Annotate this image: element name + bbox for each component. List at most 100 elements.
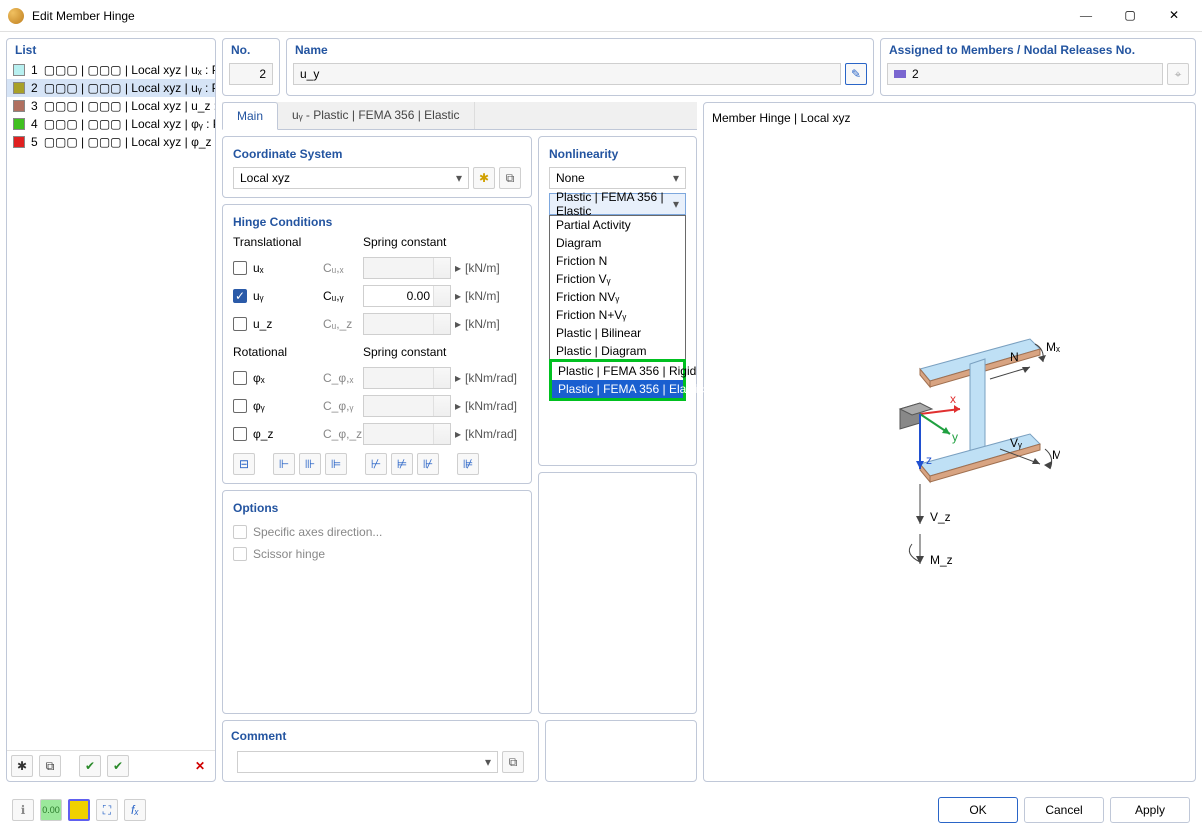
pick-member-icon[interactable]: ⌖ [1167, 63, 1189, 85]
arrow-icon[interactable]: ▸ [451, 317, 465, 331]
no-box: No. 2 [222, 38, 280, 96]
hinge-preset-icon[interactable]: ⊮ [417, 453, 439, 475]
assigned-input[interactable]: 2 [887, 63, 1163, 85]
assigned-box: Assigned to Members / Nodal Releases No.… [880, 38, 1196, 96]
spring-constant-label-2: Spring constant [363, 345, 465, 361]
checkbox-uz[interactable] [233, 317, 247, 331]
list-item-label: ▢▢▢ | ▢▢▢ | Local xyz | u_z : Plast [44, 99, 215, 113]
checkbox-phix[interactable] [233, 371, 247, 385]
ok-button[interactable]: OK [938, 797, 1018, 823]
spin-uz[interactable] [363, 313, 451, 335]
color-swatch [13, 82, 25, 94]
tab-container: Main uᵧ - Plastic | FEMA 356 | Elastic C… [222, 102, 697, 782]
function-icon[interactable]: fₓ [124, 799, 146, 821]
dropdown-option[interactable]: Friction N+Vᵧ [550, 306, 685, 324]
options-group: Options Specific axes direction... Sciss… [222, 490, 532, 714]
hinge-preset-icon[interactable]: ⊭ [391, 453, 413, 475]
nonlinearity-closed-value: None [556, 171, 585, 185]
checkbox-phiy[interactable] [233, 399, 247, 413]
tab-main[interactable]: Main [222, 102, 278, 130]
cphix-label: C_φ,ₓ [323, 371, 363, 385]
edit-name-icon[interactable]: ✎ [845, 63, 867, 85]
rotational-label: Rotational [233, 345, 323, 361]
checkbox-phiz[interactable] [233, 427, 247, 441]
color-icon[interactable] [68, 799, 90, 821]
blank-box [545, 720, 697, 782]
nonlinearity-group: Nonlinearity None Plastic | FEMA 356 | E… [538, 136, 697, 466]
arrow-icon[interactable]: ▸ [451, 261, 465, 275]
dropdown-option[interactable]: Friction NVᵧ [550, 288, 685, 306]
spin-uy[interactable]: 0.00 [363, 285, 451, 307]
coord-group: Coordinate System Local xyz ✱ ⧉ [222, 136, 532, 198]
preview-title: Member Hinge | Local xyz [712, 111, 1187, 125]
list-item[interactable]: 2 ▢▢▢ | ▢▢▢ | Local xyz | uᵧ : Plasti [7, 79, 215, 97]
dropdown-option-selected[interactable]: Plastic | FEMA 356 | Elastic [552, 380, 683, 398]
dropdown-option[interactable]: Partial Activity [550, 216, 685, 234]
arrow-icon[interactable]: ▸ [451, 371, 465, 385]
close-icon[interactable]: ✕ [1162, 8, 1186, 23]
cuy-label: Cᵤ,ᵧ [323, 289, 363, 303]
hinge-preset-icon[interactable]: ⊟ [233, 453, 255, 475]
dropdown-option[interactable]: Friction N [550, 252, 685, 270]
spin-ux[interactable] [363, 257, 451, 279]
diagram-area[interactable]: x y z N Mₓ Vᵧ Mᵧ [712, 125, 1187, 773]
arrow-icon[interactable]: ▸ [451, 427, 465, 441]
coord-value: Local xyz [240, 171, 290, 185]
delete-icon[interactable]: ✕ [189, 755, 211, 777]
view-icon[interactable]: ⛶ [96, 799, 118, 821]
n-label: N [1010, 350, 1019, 364]
comment-library-icon[interactable]: ⧉ [502, 751, 524, 773]
cancel-button[interactable]: Cancel [1024, 797, 1104, 823]
check2-icon[interactable]: ✔ [107, 755, 129, 777]
name-input[interactable]: u_y [293, 63, 841, 85]
list-item-num: 5 [31, 135, 38, 149]
list-item[interactable]: 1 ▢▢▢ | ▢▢▢ | Local xyz | uₓ : Plasti [7, 61, 215, 79]
dropdown-option[interactable]: Plastic | FEMA 356 | Rigid [552, 362, 683, 380]
unit: [kN/m] [465, 317, 525, 331]
spin-phix[interactable] [363, 367, 451, 389]
cs-library-icon[interactable]: ⧉ [499, 167, 521, 189]
copy-icon[interactable]: ⧉ [39, 755, 61, 777]
coord-select[interactable]: Local xyz [233, 167, 469, 189]
apply-button[interactable]: Apply [1110, 797, 1190, 823]
check-icon[interactable]: ✔ [79, 755, 101, 777]
hinge-preset-icon[interactable]: ⊪ [299, 453, 321, 475]
nonlinearity-open-select[interactable]: Plastic | FEMA 356 | Elastic [549, 193, 686, 215]
checkbox-uy[interactable]: ✓ [233, 289, 247, 303]
info-icon[interactable]: ℹ [12, 799, 34, 821]
new-cs-icon[interactable]: ✱ [473, 167, 495, 189]
spin-phiy[interactable] [363, 395, 451, 417]
arrow-icon[interactable]: ▸ [451, 399, 465, 413]
hinge-preset-icon[interactable]: ⊯ [457, 453, 479, 475]
dropdown-option[interactable]: Plastic | Bilinear [550, 324, 685, 342]
new-icon[interactable]: ✱ [11, 755, 33, 777]
hinge-preset-icon[interactable]: ⊩ [273, 453, 295, 475]
tab-uy-plastic[interactable]: uᵧ - Plastic | FEMA 356 | Elastic [278, 102, 474, 129]
minimize-icon[interactable]: — [1074, 8, 1098, 23]
tabs: Main uᵧ - Plastic | FEMA 356 | Elastic [222, 102, 697, 130]
hinge-title: Hinge Conditions [233, 213, 521, 235]
comment-select[interactable] [237, 751, 498, 773]
dropdown-option[interactable]: Friction Vᵧ [550, 270, 685, 288]
hinge-preset-icon[interactable]: ⊫ [325, 453, 347, 475]
spin-phiz[interactable] [363, 423, 451, 445]
list-item[interactable]: 3 ▢▢▢ | ▢▢▢ | Local xyz | u_z : Plast [7, 97, 215, 115]
dropdown-option[interactable]: Diagram [550, 234, 685, 252]
footer: ℹ 0.00 ⛶ fₓ OK Cancel Apply [0, 788, 1202, 832]
axis-z-label: z [926, 453, 932, 467]
checkbox-ux[interactable] [233, 261, 247, 275]
list-item[interactable]: 4 ▢▢▢ | ▢▢▢ | Local xyz | φᵧ : Plast [7, 115, 215, 133]
empty-group [538, 472, 697, 714]
units-icon[interactable]: 0.00 [40, 799, 62, 821]
hinge-icon-row: ⊟ ⊩ ⊪ ⊫ ⊬ ⊭ ⊮ ⊯ [233, 445, 521, 475]
nonlinearity-closed-select[interactable]: None [549, 167, 686, 189]
maximize-icon[interactable]: ▢ [1118, 8, 1142, 23]
hinge-preset-icon[interactable]: ⊬ [365, 453, 387, 475]
list-item-label: ▢▢▢ | ▢▢▢ | Local xyz | φᵧ : Plast [44, 117, 215, 131]
dropdown-option[interactable]: Plastic | Diagram [550, 342, 685, 360]
list-item[interactable]: 5 ▢▢▢ | ▢▢▢ | Local xyz | φ_z : Plast [7, 133, 215, 151]
no-value[interactable]: 2 [229, 63, 273, 85]
arrow-icon[interactable]: ▸ [451, 289, 465, 303]
chevron-down-icon [456, 171, 462, 185]
translational-label: Translational [233, 235, 323, 251]
